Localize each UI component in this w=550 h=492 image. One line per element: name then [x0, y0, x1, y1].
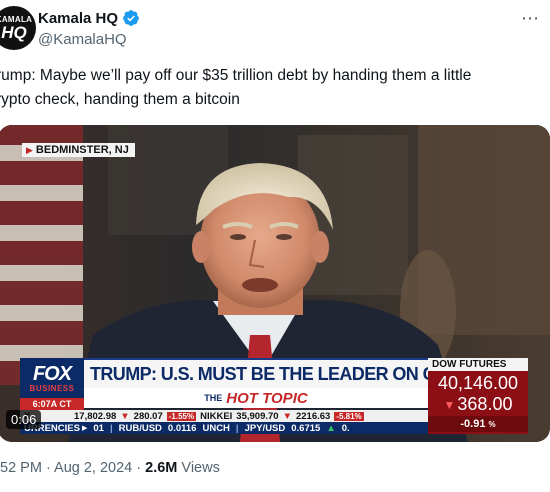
futures-label: DOW FUTURES — [428, 358, 528, 371]
more-options-icon[interactable]: ⋯ — [521, 8, 540, 29]
views-count: 2.6M — [145, 460, 178, 476]
divider: | — [235, 422, 239, 434]
ticker-p1: -1.55% — [166, 411, 197, 421]
play-triangle-icon: ▶ — [82, 425, 88, 432]
futures-change: 368.00 — [457, 394, 513, 414]
ticker-val2: 0.6715 — [291, 422, 321, 434]
display-name[interactable]: Kamala HQ — [38, 10, 118, 27]
hot-topic-bar: THE HOT TOPIC — [84, 388, 428, 408]
tweet-text: rump: Maybe we’ll pay off our $35 trilli… — [0, 67, 472, 108]
network-logo: FOX BUSINESS — [20, 358, 84, 398]
futures-pct: -0.91 — [460, 418, 486, 430]
tweet-meta: :52 PM · Aug 2, 2024 · 2.6M Views — [0, 460, 220, 476]
network-logo-bottom: BUSINESS — [29, 383, 75, 393]
futures-change-row: ▼ 368.00 — [428, 394, 528, 415]
location-arrow-icon: ▶ — [26, 144, 33, 155]
ticker-val1: 0.0116 — [167, 422, 197, 434]
ticker-c1: 280.07 — [133, 410, 163, 422]
hot-topic-prefix: THE — [204, 393, 223, 403]
futures-value: 40,146.00 — [437, 373, 519, 393]
futures-pct-row: -0.91 % — [428, 416, 528, 432]
ticker-v0: 01 — [93, 422, 104, 434]
up-arrow-icon: ▲ — [326, 422, 336, 434]
ticker-pair1: RUB/USD — [118, 422, 162, 434]
divider: | — [109, 422, 113, 434]
down-arrow-icon: ▼ — [282, 410, 292, 422]
ticker-p2: -5.81% — [334, 411, 364, 421]
ticker-pair2: JPY/USD — [244, 422, 286, 434]
author-name-row[interactable]: Kamala HQ — [38, 9, 140, 27]
headline-banner: TRUMP: U.S. MUST BE THE LEADER ON CRYPTO — [84, 358, 494, 388]
ticker-c2: 2216.63 — [295, 410, 331, 422]
network-logo-top: FOX — [32, 362, 72, 385]
down-arrow-icon: ▼ — [443, 397, 456, 412]
location-text: BEDMINSTER, NJ — [35, 144, 129, 156]
futures-panel: DOW FUTURES 40,146.00 ▼ 368.00 -0.91 % — [428, 358, 528, 434]
video-duration: 0:06 — [6, 410, 42, 429]
ticker-nikkei: NIKKEI — [200, 410, 233, 422]
author-handle[interactable]: @KamalaHQ — [38, 31, 127, 48]
location-tag: ▶ BEDMINSTER, NJ — [22, 143, 135, 157]
ticker-row-2: URRENCIES ▶ 01 | RUB/USD 0.0116 UNCH | J… — [20, 422, 428, 434]
time-badge: 6:07A CT — [20, 398, 84, 410]
tweet-timestamp[interactable]: :52 PM · Aug 2, 2024 · — [0, 460, 145, 476]
flag — [0, 125, 83, 385]
ticker-v1: 17,802.98 — [74, 410, 117, 422]
video-player[interactable]: ▶ BEDMINSTER, NJ FOX BUSINESS 6:07A CT T… — [0, 125, 550, 442]
avatar[interactable]: KAMALA HQ — [0, 6, 36, 50]
verified-badge-icon — [123, 10, 139, 26]
views-label: Views — [181, 460, 220, 476]
avatar-text-main: HQ — [1, 22, 27, 42]
ticker-val3: 0. — [341, 422, 350, 434]
ticker-row-1: X 17,802.98 ▼ 280.07 -1.55% NIKKEI 35,90… — [20, 410, 428, 422]
futures-pct-suffix: % — [488, 420, 496, 429]
hot-topic-main: HOT TOPIC — [226, 389, 308, 407]
ticker-state1: UNCH — [202, 422, 230, 434]
down-arrow-icon: ▼ — [120, 410, 130, 422]
ticker-v2: 35,909.70 — [236, 410, 279, 422]
